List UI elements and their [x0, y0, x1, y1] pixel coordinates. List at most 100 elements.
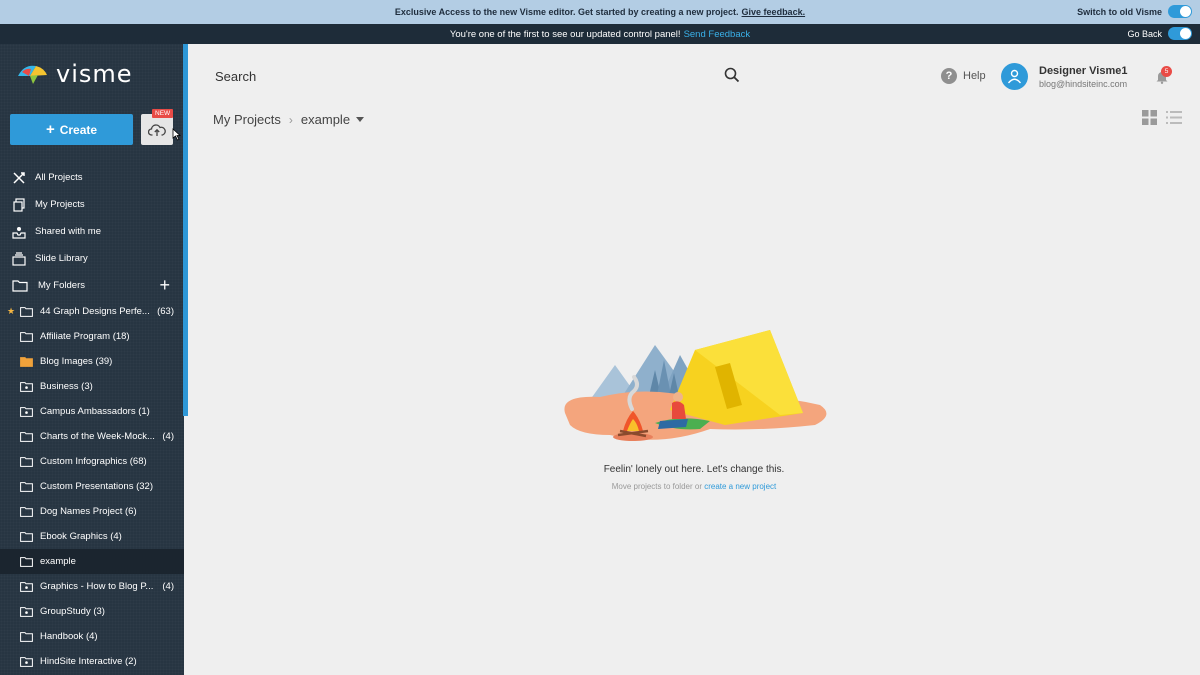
folder-item[interactable]: Charts of the Week-Mock... (4) [0, 424, 184, 449]
send-feedback-link[interactable]: Send Feedback [684, 29, 751, 40]
breadcrumb: My Projects › example [213, 112, 365, 127]
control-panel-banner: You're one of the first to see our updat… [0, 24, 1200, 44]
beta-banner-message: Exclusive Access to the new Visme editor… [394, 7, 739, 17]
folder-item[interactable]: ★ 44 Graph Designs Perfe... (63) [0, 299, 184, 324]
folder-icon [20, 556, 33, 567]
folder-item[interactable]: Ebook Graphics (4) [0, 524, 184, 549]
avatar[interactable] [1001, 63, 1028, 90]
folder-list: ★ 44 Graph Designs Perfe... (63) Affilia… [0, 299, 184, 674]
sidebar-nav: All Projects My Projects Shared with me … [0, 164, 184, 299]
breadcrumb-root[interactable]: My Projects [213, 112, 281, 127]
create-new-project-link[interactable]: create a new project [704, 482, 776, 491]
folder-name: Dog Names Project (6) [40, 506, 137, 517]
go-back-switch: Go Back [1127, 27, 1192, 40]
my-folders-header: My Folders + [0, 272, 184, 299]
folder-name: Ebook Graphics (4) [40, 531, 122, 542]
create-button[interactable]: + Create [10, 114, 133, 145]
folder-name: HindSite Interactive (2) [40, 656, 137, 667]
help-icon: ? [941, 68, 957, 84]
folder-name: example [40, 556, 76, 567]
folder-name: Affiliate Program (18) [40, 331, 130, 342]
tools-icon [13, 171, 25, 184]
search-icon[interactable] [724, 67, 740, 83]
help-button[interactable]: ? Help [941, 68, 986, 84]
folder-name: Custom Infographics (68) [40, 456, 147, 467]
folder-icon [20, 531, 33, 542]
upload-button[interactable] [141, 114, 173, 145]
folder-item[interactable]: Dog Names Project (6) [0, 499, 184, 524]
camping-illustration [564, 330, 827, 441]
folder-name: Blog Images (39) [40, 356, 113, 367]
sidebar-item-label: Shared with me [35, 226, 102, 237]
folder-item-active[interactable]: example [0, 549, 184, 574]
switch-old-visme-toggle[interactable] [1168, 5, 1192, 18]
shared-tray-icon [12, 226, 26, 239]
folder-icon [20, 456, 33, 467]
folder-item[interactable]: Blog Images (39) [0, 349, 184, 374]
copy-icon [13, 197, 25, 212]
sidebar-item-all-projects[interactable]: All Projects [0, 164, 184, 191]
folder-icon [12, 280, 28, 292]
folder-item[interactable]: Graphics - How to Blog P... (4) [0, 574, 184, 599]
switch-old-visme-label: Switch to old Visme [1077, 6, 1162, 17]
folder-name: GroupStudy (3) [40, 606, 105, 617]
chevron-right-icon: › [288, 112, 293, 127]
folder-icon [20, 481, 33, 492]
beta-banner: Exclusive Access to the new Visme editor… [0, 0, 1200, 24]
cloud-upload-icon [148, 123, 166, 136]
sidebar-item-my-projects[interactable]: My Projects [0, 191, 184, 218]
sidebar-scrollbar[interactable] [183, 44, 188, 416]
give-feedback-link[interactable]: Give feedback. [742, 7, 806, 17]
folder-item[interactable]: Campus Ambassadors (1) [0, 399, 184, 424]
folder-name: 44 Graph Designs Perfe... [40, 306, 150, 317]
folder-item[interactable]: GroupStudy (3) [0, 599, 184, 624]
visme-logo-icon [18, 65, 47, 84]
empty-state-title: Feelin' lonely out here. Let's change th… [603, 464, 785, 475]
slides-icon [12, 251, 26, 266]
go-back-label: Go Back [1127, 28, 1162, 39]
folder-item[interactable]: Handbook (4) [0, 624, 184, 649]
folder-item[interactable]: Custom Infographics (68) [0, 449, 184, 474]
new-badge: NEW [152, 109, 174, 118]
add-folder-button[interactable]: + [159, 276, 170, 294]
folder-item[interactable]: HindSite Interactive (2) [0, 649, 184, 674]
sidebar: visme + Create NEW All Projects My Proje… [0, 44, 184, 675]
go-back-toggle[interactable] [1168, 27, 1192, 40]
shared-folder-icon [20, 381, 33, 392]
breadcrumb-current-dropdown[interactable]: example [300, 112, 365, 127]
chevron-down-icon [356, 117, 365, 122]
sidebar-item-label: All Projects [35, 172, 83, 183]
grid-view-icon[interactable] [1142, 110, 1157, 125]
folder-icon [20, 631, 33, 642]
folder-item[interactable]: Custom Presentations (32) [0, 474, 184, 499]
visme-logo-text: visme [56, 60, 133, 88]
folder-name: Custom Presentations (32) [40, 481, 153, 492]
folder-name: Charts of the Week-Mock... [40, 431, 155, 442]
folder-count: (4) [162, 581, 174, 592]
folder-item[interactable]: Business (3) [0, 374, 184, 399]
list-view-icon[interactable] [1166, 110, 1182, 125]
control-panel-message: You're one of the first to see our updat… [449, 28, 681, 40]
user-name: Designer Visme1 [1039, 65, 1128, 77]
shared-folder-icon [20, 656, 33, 667]
user-icon [1007, 69, 1022, 84]
my-folders-label: My Folders [38, 280, 85, 291]
folder-item[interactable]: Affiliate Program (18) [0, 324, 184, 349]
folder-icon [20, 506, 33, 517]
empty-state-subtitle-text: Move projects to folder or [611, 482, 702, 491]
visme-logo[interactable]: visme [16, 60, 133, 88]
star-icon: ★ [7, 306, 16, 316]
folder-name: Handbook (4) [40, 631, 98, 642]
folder-name: Graphics - How to Blog P... [40, 581, 154, 592]
folder-filled-icon [20, 356, 33, 367]
sidebar-item-shared[interactable]: Shared with me [0, 218, 184, 245]
sidebar-item-label: Slide Library [35, 253, 88, 264]
search-field[interactable]: Search [215, 69, 256, 84]
breadcrumb-current: example [300, 112, 351, 127]
folder-icon [20, 306, 33, 317]
sidebar-item-slide-library[interactable]: Slide Library [0, 245, 184, 272]
notification-badge: 5 [1161, 66, 1172, 77]
folder-name: Campus Ambassadors (1) [40, 406, 150, 417]
shared-folder-icon [20, 606, 33, 617]
folder-name: Business (3) [40, 381, 93, 392]
